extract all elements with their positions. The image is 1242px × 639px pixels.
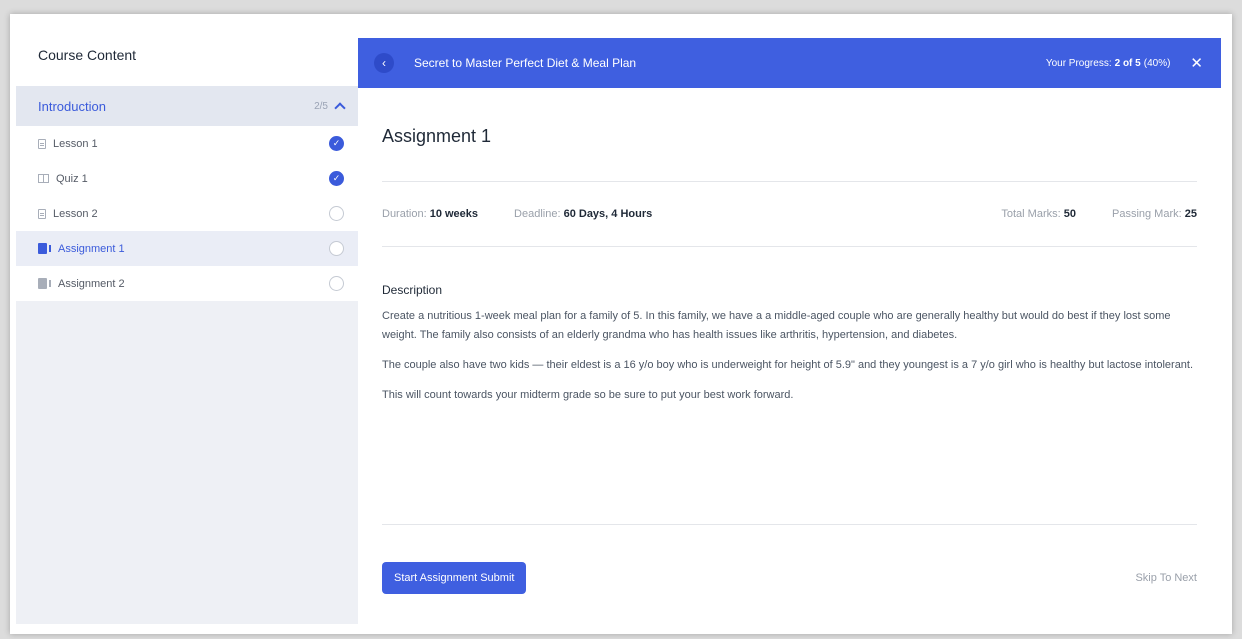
progress-percent: (40%) [1143, 57, 1171, 69]
progress-label: Your Progress: [1045, 57, 1112, 69]
passing-mark: Passing Mark: 25 [1111, 208, 1197, 220]
sidebar-item-lesson-1[interactable]: Lesson 1 ✓ [16, 126, 358, 161]
lesson-icon [38, 208, 46, 219]
assignment-footer: Start Assignment Submit Skip To Next [382, 562, 1197, 594]
sidebar-item-label: Lesson 1 [53, 137, 98, 150]
sidebar-item-assignment-1[interactable]: Assignment 1 [16, 231, 358, 266]
sidebar-item-label: Lesson 2 [53, 207, 98, 220]
sidebar-title: Course Content [16, 24, 358, 86]
assignment-icon [38, 243, 51, 254]
sidebar-item-quiz-1[interactable]: Quiz 1 ✓ [16, 161, 358, 196]
sidebar-item-assignment-2[interactable]: Assignment 2 [16, 266, 358, 301]
course-title: Secret to Master Perfect Diet & Meal Pla… [414, 56, 637, 70]
lesson-list: Lesson 1 ✓ Quiz 1 ✓ Lesson 2 Assignment … [16, 126, 358, 301]
sidebar-item-label: Assignment 2 [58, 277, 125, 290]
deadline: Deadline: 60 Days, 4 Hours [514, 208, 653, 220]
chevron-left-icon[interactable]: ‹ [374, 53, 394, 73]
chevron-up-icon[interactable] [334, 102, 346, 114]
sidebar-item-label: Quiz 1 [56, 172, 88, 185]
section-introduction[interactable]: Introduction 2/5 [16, 86, 358, 126]
incomplete-circle-icon [329, 241, 344, 256]
course-header: ‹ Secret to Master Perfect Diet & Meal P… [358, 38, 1221, 88]
start-assignment-button[interactable]: Start Assignment Submit [382, 562, 527, 594]
description-paragraph: Create a nutritious 1-week meal plan for… [382, 310, 1171, 341]
description-paragraph: This will count towards your midterm gra… [382, 389, 794, 401]
description-paragraph: The couple also have two kids — their el… [382, 359, 1194, 371]
divider [382, 524, 1197, 525]
close-icon[interactable]: ✕ [1190, 54, 1203, 72]
incomplete-circle-icon [329, 276, 344, 291]
progress-value: 2 of 5 [1114, 57, 1141, 69]
assignment-icon [38, 278, 51, 289]
completed-check-icon: ✓ [329, 136, 344, 151]
course-sidebar: Course Content Introduction 2/5 Lesson 1… [16, 24, 358, 624]
skip-to-next-link[interactable]: Skip To Next [1135, 572, 1197, 584]
lesson-icon [38, 138, 46, 149]
description-heading: Description [382, 283, 443, 297]
section-count: 2/5 [314, 100, 328, 112]
section-label: Introduction [38, 98, 106, 114]
total-marks: Total Marks: 50 [1001, 208, 1076, 220]
assignment-content: Assignment 1 Duration: 10 weeks Deadline… [382, 88, 1197, 416]
duration: Duration: 10 weeks [382, 208, 479, 220]
completed-check-icon: ✓ [329, 171, 344, 186]
divider [382, 246, 1197, 247]
quiz-icon [38, 174, 49, 183]
page-title: Assignment 1 [382, 126, 492, 146]
assignment-meta: Duration: 10 weeks Deadline: 60 Days, 4 … [382, 182, 1197, 246]
incomplete-circle-icon [329, 206, 344, 221]
sidebar-item-label: Assignment 1 [58, 242, 125, 255]
sidebar-item-lesson-2[interactable]: Lesson 2 [16, 196, 358, 231]
